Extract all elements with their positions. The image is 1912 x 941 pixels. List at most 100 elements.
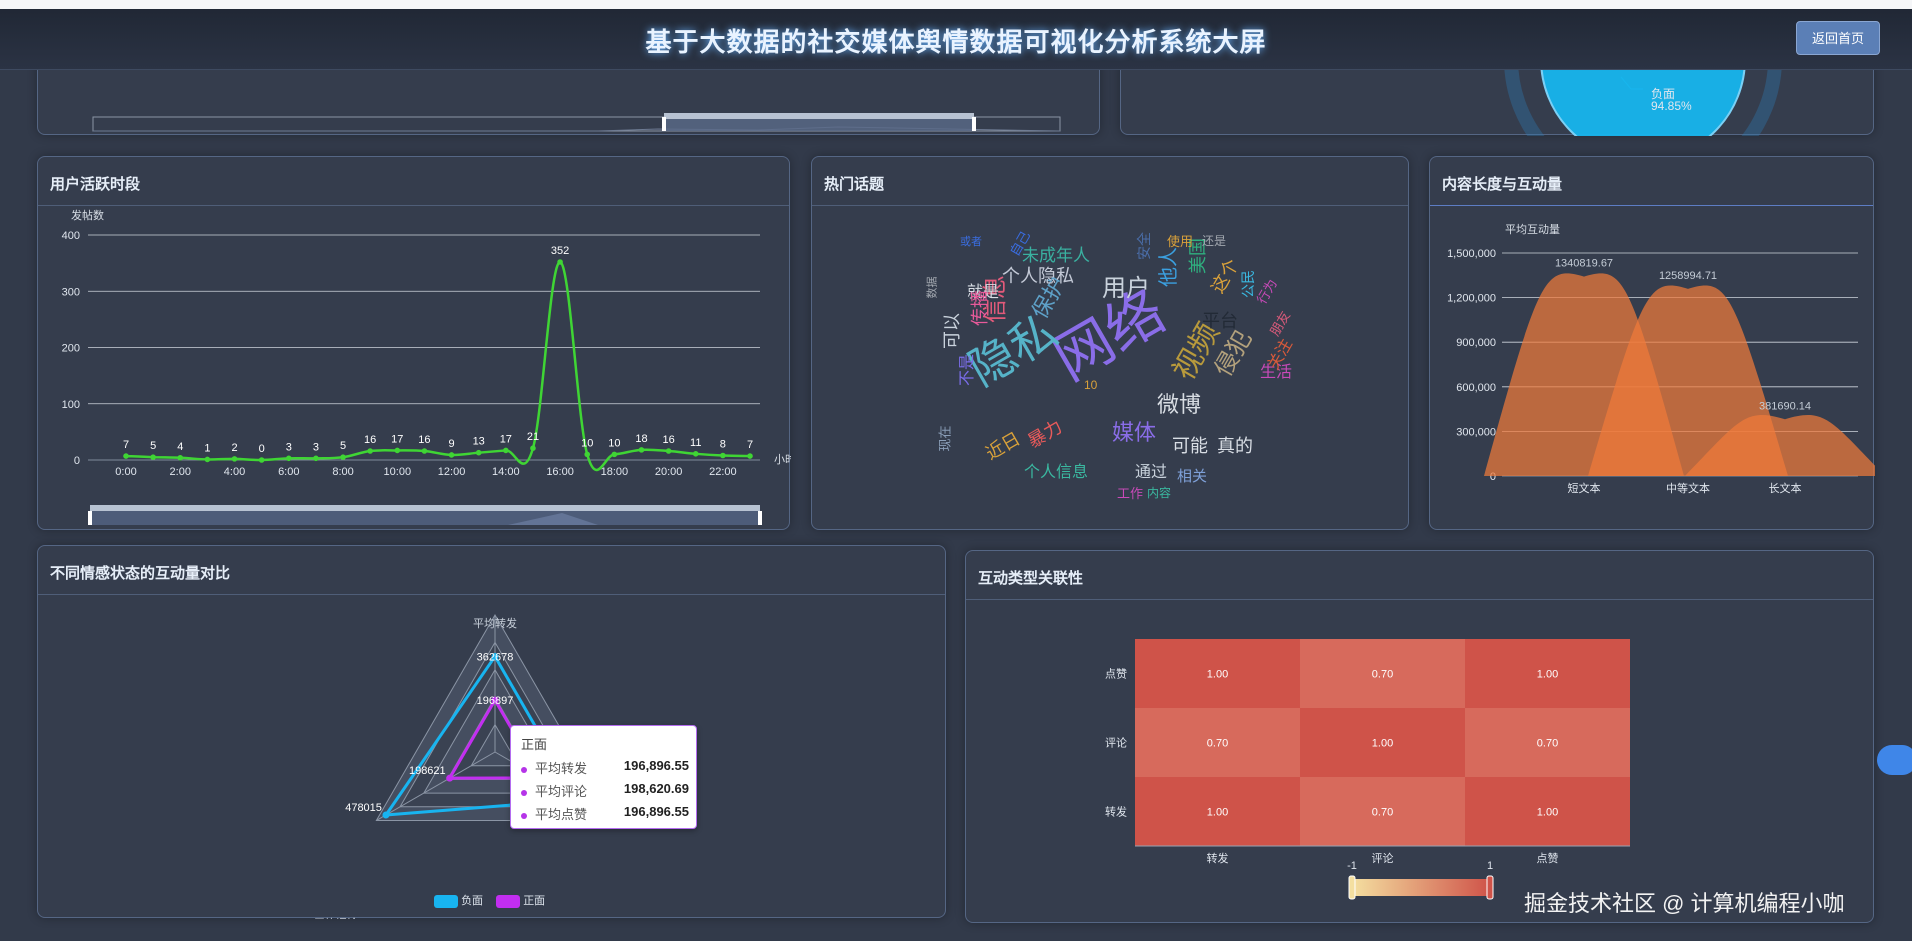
word-cloud-term[interactable]: 个人隐私 xyxy=(1002,267,1074,285)
topics-panel: 热门话题 网络 隐私 视频 用户 微博 侵犯 保护 信息 个人隐私 未成年人 就是 媒体 可能 真的 平台美… xyxy=(811,156,1409,530)
word-cloud-term[interactable]: 内容 xyxy=(1147,487,1171,499)
legend-swatch-positive xyxy=(496,894,521,908)
word-cloud-term[interactable]: 可能 xyxy=(1172,437,1208,455)
visual-map-handle-min[interactable] xyxy=(1348,875,1356,900)
x-tick-label: 评论 xyxy=(1372,851,1394,865)
radar-panel: 不同情感状态的互动量对比 平均转发平均评论3626784780151968971… xyxy=(37,545,946,919)
page-title: 基于大数据的社交媒体舆情数据可视化分析系统大屏 xyxy=(645,27,1267,57)
radar-point[interactable] xyxy=(446,774,454,782)
heatmap-cell-label: 0.70 xyxy=(1207,738,1228,750)
word-cloud-term[interactable]: 可以 xyxy=(942,313,962,349)
heatmap-cell-label: 1.00 xyxy=(1537,807,1558,819)
y-tick-label: 转发 xyxy=(1105,805,1127,819)
tooltip-row-label: 平均转发 xyxy=(535,761,588,776)
data-label: 1340819.67 xyxy=(1555,258,1613,270)
radar-tooltip: 正面 平均转发 196,896.55 平均评论 198,620.69 平均点赞 196… xyxy=(510,725,697,829)
x-tick-label: 短文本 xyxy=(1568,481,1601,495)
legend-label-positive: 正面 xyxy=(523,895,546,907)
data-label: 1258994.71 xyxy=(1659,270,1717,282)
word-cloud-term[interactable]: 他人 xyxy=(1158,247,1180,287)
watermark: 掘金技术社区 @ 计算机编程小咖 xyxy=(1524,891,1845,916)
word-cloud-term[interactable]: 这个 xyxy=(1207,255,1242,296)
tooltip-dot xyxy=(521,766,527,773)
heatmap-cell-label: 1.00 xyxy=(1207,669,1228,681)
tooltip-row: 平均评论 198,620.69 xyxy=(521,781,689,800)
length-area-chart: 平均互动量 0300,000600,000900,0001,200,0001,5… xyxy=(1447,223,1875,495)
heatmap-cell-label: 1.00 xyxy=(1207,807,1228,819)
visual-map-min-label: -1 xyxy=(1347,860,1357,872)
word-cloud-term[interactable]: 行为 xyxy=(1254,276,1280,306)
visual-map-bar[interactable] xyxy=(1352,879,1490,896)
x-tick-label: 长文本 xyxy=(1769,481,1802,495)
legend-item-negative[interactable]: 负面 xyxy=(434,892,483,908)
side-collapse-tab[interactable] xyxy=(1877,745,1912,775)
radar-chart: 平均转发平均评论 362678 478015 196897 198621 xyxy=(314,614,615,919)
y-tick-label: 900,000 xyxy=(1456,337,1496,349)
visual-map-max-label: 1 xyxy=(1487,860,1493,872)
y-tick-label: 点赞 xyxy=(1105,668,1127,681)
visual-map-handle-max[interactable] xyxy=(1486,875,1494,900)
word-cloud-term[interactable]: 数据 xyxy=(927,277,939,299)
heatmap-cell-label: 0.70 xyxy=(1372,807,1393,819)
heatmap-panel: 互动类型关联性 1.00 0.70 1.00 0.70 1.00 0.70 1.00 0.70… xyxy=(965,550,1874,923)
tooltip-title: 正面 xyxy=(521,737,548,752)
word-cloud-term[interactable]: 朋友 xyxy=(1267,308,1293,338)
home-button[interactable]: 返回首页 xyxy=(1796,21,1880,55)
legend-item-positive[interactable]: 正面 xyxy=(496,892,545,908)
tooltip-row-label: 平均点赞 xyxy=(535,807,588,822)
tooltip-row-value: 198,620.69 xyxy=(623,781,689,796)
word-cloud-term[interactable]: 暴力 xyxy=(1024,416,1065,451)
negative-value: 94.85% xyxy=(1651,99,1692,113)
word-cloud-term[interactable]: 不是 xyxy=(959,354,976,386)
correlation-heatmap: 1.00 0.70 1.000.70 1.00 0.701.00 0.70 1.00点赞评论… xyxy=(1105,639,1630,900)
heatmap-cell-label: 1.00 xyxy=(1372,738,1393,750)
word-cloud-term[interactable]: 未成年人 xyxy=(1022,247,1090,264)
header-top-strip xyxy=(0,0,1912,9)
radar-point[interactable] xyxy=(382,811,390,819)
activity-zoom-slider[interactable] xyxy=(38,157,791,531)
top-left-zoom-slider[interactable] xyxy=(38,59,1101,136)
word-cloud-term[interactable]: 近日 xyxy=(982,428,1023,463)
word-cloud-term[interactable]: 使用 xyxy=(1167,235,1193,248)
word-cloud-term[interactable]: 工作 xyxy=(1117,487,1143,500)
word-cloud-term[interactable]: 媒体 xyxy=(1112,422,1156,444)
word-cloud-number: 10 xyxy=(1084,378,1098,392)
radar-value-label: 478015 xyxy=(345,802,382,814)
y-tick-label: 1,200,000 xyxy=(1447,293,1496,305)
radar-value-label: 196897 xyxy=(477,695,514,707)
heatmap-cell-label: 0.70 xyxy=(1537,738,1558,750)
radar-indicator-label: 平均评论 xyxy=(314,916,358,919)
tooltip-row-value: 196,896.55 xyxy=(623,758,689,773)
word-cloud-term[interactable]: 真的 xyxy=(1217,437,1253,455)
word-cloud-term[interactable]: 相关 xyxy=(1177,469,1207,484)
word-cloud-term[interactable]: 现在 xyxy=(938,425,953,451)
y-tick-label: 1,500,000 xyxy=(1447,248,1496,260)
word-cloud-term[interactable]: 通过 xyxy=(1135,465,1167,481)
y-tick-label: 300,000 xyxy=(1456,426,1496,438)
tooltip-dot xyxy=(521,812,527,819)
radar-value-label: 362678 xyxy=(477,651,514,663)
legend-label-negative: 负面 xyxy=(461,895,484,907)
y-axis-label: 平均互动量 xyxy=(1505,223,1560,236)
word-cloud-term[interactable]: 传播 xyxy=(970,290,990,326)
y-tick-label: 评论 xyxy=(1105,736,1127,750)
word-cloud-term[interactable]: 个人信息 xyxy=(1024,465,1088,481)
radar-indicator-label: 平均转发 xyxy=(473,616,517,630)
x-tick-label: 转发 xyxy=(1207,851,1229,865)
word-cloud-term[interactable]: 还是 xyxy=(1202,235,1226,247)
word-cloud-term[interactable]: 用户 xyxy=(1102,277,1150,301)
word-cloud-term[interactable]: 平台 xyxy=(1202,312,1238,330)
header-bar: 基于大数据的社交媒体舆情数据可视化分析系统大屏 返回首页 xyxy=(0,0,1912,70)
word-cloud-term[interactable]: 公民 xyxy=(1240,270,1256,298)
data-label: 381690.14 xyxy=(1759,400,1811,412)
tooltip-row: 平均点赞 196,896.55 xyxy=(521,804,689,823)
radar-legend: 负面 正面 xyxy=(434,892,545,908)
x-tick-label: 点赞 xyxy=(1537,852,1559,865)
word-cloud-term[interactable]: 或者 xyxy=(960,237,982,248)
tooltip-row-value: 196,896.55 xyxy=(623,804,689,819)
word-cloud-term[interactable]: 微博 xyxy=(1157,394,1201,416)
heatmap-cell-label: 0.70 xyxy=(1372,669,1393,681)
legend-swatch-negative xyxy=(434,894,458,908)
dashboard-screen: 负面 94.85% 基于大数据的社交媒体舆情数据可视化分析系统大屏 返回首页 用… xyxy=(0,0,1912,941)
word-cloud-term[interactable]: 安全 xyxy=(1136,232,1152,260)
